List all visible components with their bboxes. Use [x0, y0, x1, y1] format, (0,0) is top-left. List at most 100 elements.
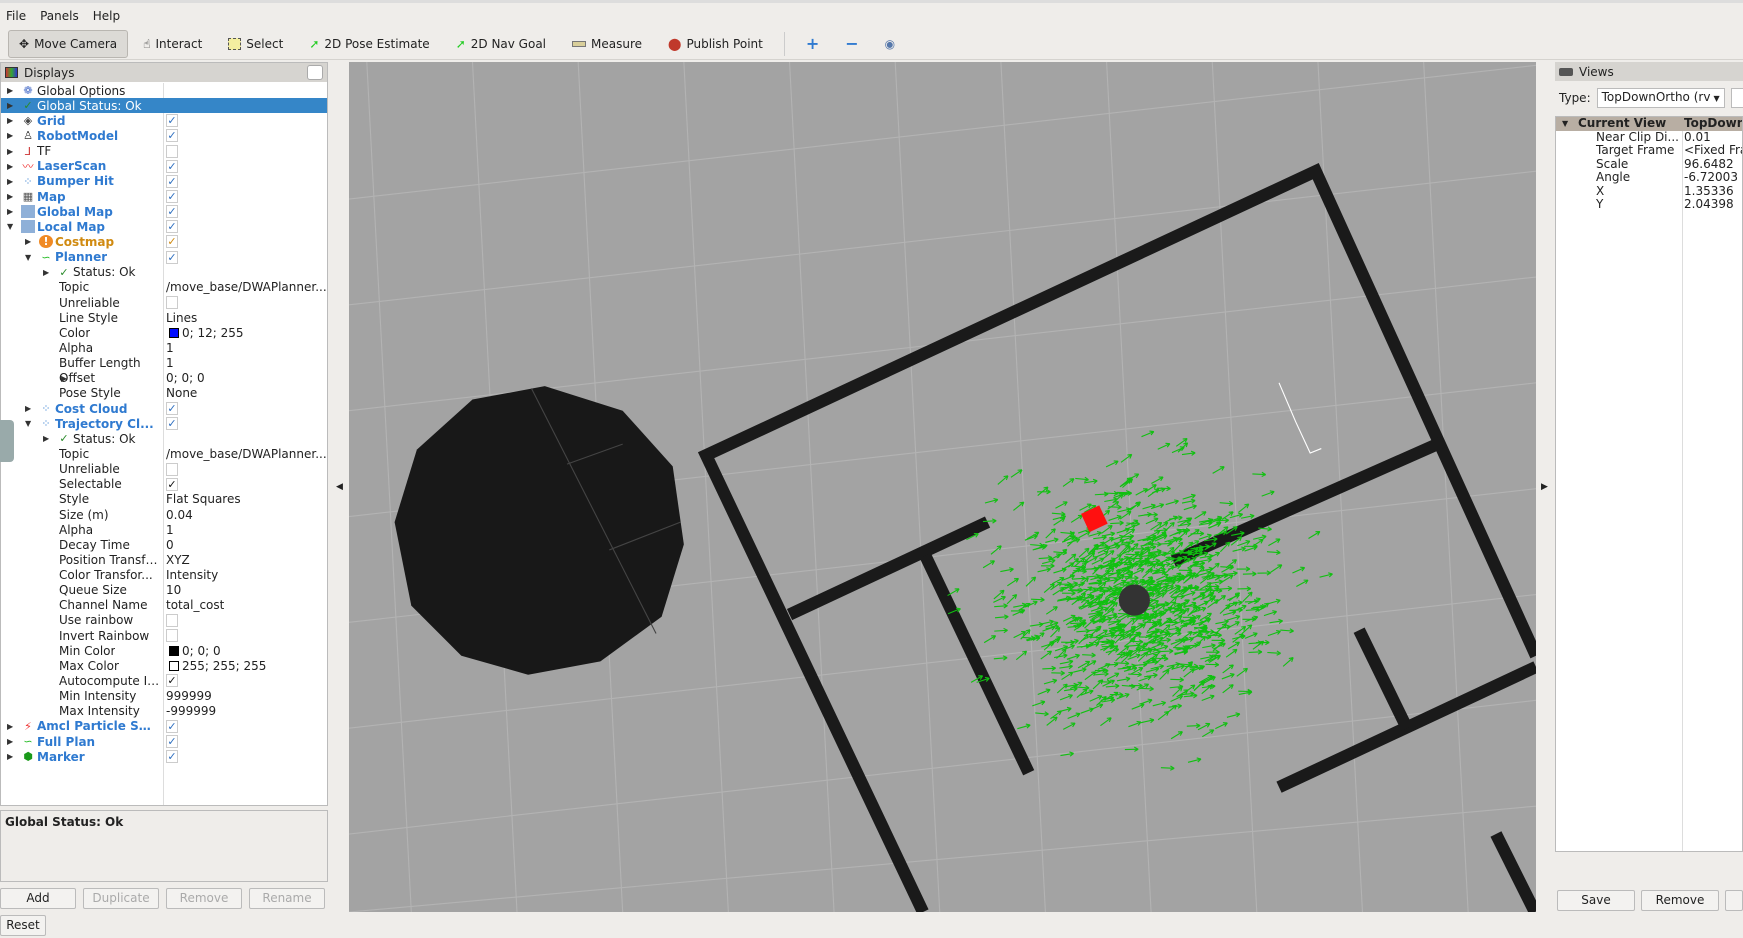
save-view-button[interactable]: Save [1557, 890, 1635, 911]
expand-arrow-icon[interactable]: ▶ [7, 131, 13, 140]
property-value[interactable]: 999999 [166, 689, 212, 703]
zero-button[interactable] [1730, 88, 1743, 108]
enable-checkbox[interactable]: ✓ [166, 189, 178, 203]
enable-checkbox[interactable]: ✓ [166, 719, 178, 733]
measure-tool[interactable]: Measure [561, 30, 653, 58]
display-row[interactable]: ▶ ⚡ Amcl Particle Sw... ✓ [1, 719, 327, 734]
view-property-row[interactable]: Y 2.04398 [1556, 197, 1742, 212]
display-row[interactable]: ▶ ▬ Global Map ✓ [1, 204, 327, 219]
display-row[interactable]: ▶ 〰 LaserScan ✓ [1, 159, 327, 174]
add-button[interactable]: Add [0, 888, 76, 909]
display-row[interactable]: ▶ ▦ Map ✓ [1, 189, 327, 204]
menu-file[interactable]: File [6, 9, 26, 23]
panel-float-button[interactable] [307, 65, 323, 80]
property-value[interactable]: /move_base/DWAPlanner... [166, 280, 326, 294]
expand-arrow-icon[interactable]: ▶ [7, 177, 13, 186]
display-row[interactable]: Selectable ✓ [1, 477, 327, 492]
property-value[interactable]: 1 [166, 341, 174, 355]
display-row[interactable]: Topic/move_base/DWAPlanner... [1, 446, 327, 461]
rename-view-button[interactable] [1725, 890, 1743, 911]
enable-checkbox[interactable] [166, 295, 178, 309]
interact-tool[interactable]: ☝ Interact [132, 30, 213, 58]
display-row[interactable]: Topic/move_base/DWAPlanner... [1, 280, 327, 295]
property-value[interactable]: Flat Squares [166, 492, 241, 506]
enable-checkbox[interactable] [166, 613, 178, 627]
nav-goal-tool[interactable]: ➚ 2D Nav Goal [445, 30, 557, 58]
remove-view-button[interactable]: Remove [1641, 890, 1719, 911]
expand-arrow-icon[interactable]: ▶ [25, 404, 31, 413]
enable-checkbox[interactable]: ✓ [166, 220, 178, 234]
enable-checkbox[interactable]: ✓ [166, 129, 178, 143]
property-value[interactable]: 1 [166, 523, 174, 537]
display-row[interactable]: Buffer Length 1 [1, 356, 327, 371]
camera-type-button[interactable]: ◉ [874, 30, 906, 58]
view-property-row[interactable]: X 1.35336 [1556, 184, 1742, 199]
current-view-row[interactable]: ▼ Current View TopDown [1556, 116, 1742, 131]
display-row[interactable]: ▶ ✓ Status: Ok [1, 265, 327, 280]
move-camera-tool[interactable]: ✥ Move Camera [8, 29, 129, 58]
3d-viewport[interactable] [349, 62, 1536, 912]
display-row[interactable]: Style Flat Squares [1, 492, 327, 507]
expand-arrow-icon[interactable]: ▶ [7, 147, 13, 156]
display-row[interactable]: Max Intensity -999999 [1, 704, 327, 719]
display-row[interactable]: ▶ ∽ Full Plan ✓ [1, 734, 327, 749]
display-row[interactable]: Line Style Lines [1, 310, 327, 325]
expand-arrow-icon[interactable]: ▶ [25, 237, 31, 246]
display-row[interactable]: Alpha 1 [1, 340, 327, 355]
view-property-row[interactable]: Scale 96.6482 [1556, 157, 1742, 172]
display-row[interactable]: Unreliable [1, 462, 327, 477]
property-value[interactable]: 10 [166, 583, 181, 597]
view-property-row[interactable]: Angle -6.72003 [1556, 170, 1742, 185]
expand-arrow-icon[interactable]: ▶ [7, 722, 13, 731]
display-row[interactable]: Color Transfor... Intensity [1, 568, 327, 583]
menu-help[interactable]: Help [93, 9, 120, 23]
pose-estimate-tool[interactable]: ➚ 2D Pose Estimate [298, 30, 440, 58]
property-value[interactable]: 0; 0; 0 [166, 644, 221, 658]
rename-button[interactable]: Rename [249, 888, 325, 909]
enable-checkbox[interactable] [166, 629, 178, 643]
display-row[interactable]: Alpha 1 [1, 522, 327, 537]
expand-arrow-icon[interactable]: ▶ [7, 101, 13, 110]
display-row[interactable]: ▶ ◈ Grid ✓ [1, 113, 327, 128]
enable-checkbox[interactable]: ✓ [166, 417, 178, 431]
remove-button[interactable]: Remove [166, 888, 242, 909]
property-value[interactable]: None [166, 386, 197, 400]
display-row[interactable]: Min Color 0; 0; 0 [1, 643, 327, 658]
expand-arrow-icon[interactable]: ▶ [43, 268, 49, 277]
enable-checkbox[interactable] [166, 144, 178, 158]
expand-arrow-icon[interactable]: ▶ [7, 116, 13, 125]
display-row[interactable]: ▶ ⁘ Cost Cloud ✓ [1, 401, 327, 416]
expand-arrow-icon[interactable]: ▶ [7, 207, 13, 216]
tools-dock-handle[interactable] [0, 420, 14, 462]
display-row[interactable]: ▶ ❁ Global Options [1, 83, 327, 98]
display-row[interactable]: Unreliable [1, 295, 327, 310]
enable-checkbox[interactable]: ✓ [166, 250, 178, 264]
enable-checkbox[interactable] [166, 462, 178, 476]
enable-checkbox[interactable]: ✓ [166, 401, 178, 415]
collapse-arrow-icon[interactable]: ▼ [7, 222, 13, 231]
display-row[interactable]: Channel Name total_cost [1, 598, 327, 613]
property-value[interactable]: 0; 12; 255 [166, 326, 244, 340]
enable-checkbox[interactable]: ✓ [166, 750, 178, 764]
collapse-arrow-icon[interactable]: ▼ [25, 419, 31, 428]
display-row[interactable]: Decay Time 0 [1, 537, 327, 552]
collapse-left-arrow[interactable]: ◀ [336, 482, 343, 492]
expand-arrow-icon[interactable]: ▶ [7, 86, 13, 95]
display-row[interactable]: ▶ ⬢ Marker ✓ [1, 749, 327, 764]
display-row[interactable]: ▼ ⁘ Trajectory Cl... ✓ [1, 416, 327, 431]
duplicate-button[interactable]: Duplicate [83, 888, 159, 909]
enable-checkbox[interactable]: ✓ [166, 205, 178, 219]
property-value[interactable]: XYZ [166, 553, 190, 567]
property-value[interactable]: 0 [166, 538, 174, 552]
display-row[interactable]: ▶ ✓ Global Status: Ok [1, 98, 327, 114]
enable-checkbox[interactable]: ✓ [166, 674, 178, 688]
enable-checkbox[interactable]: ✓ [166, 114, 178, 128]
property-value[interactable]: 255; 255; 255 [166, 659, 266, 673]
display-row[interactable]: Max Color 255; 255; 255 [1, 658, 327, 673]
display-row[interactable]: Color 0; 12; 255 [1, 325, 327, 340]
enable-checkbox[interactable]: ✓ [166, 174, 178, 188]
display-row[interactable]: Pose Style None [1, 386, 327, 401]
reset-button[interactable]: Reset [0, 915, 46, 936]
display-row[interactable]: ▶! Costmap ✓ [1, 234, 327, 249]
display-row[interactable]: Use rainbow [1, 613, 327, 628]
